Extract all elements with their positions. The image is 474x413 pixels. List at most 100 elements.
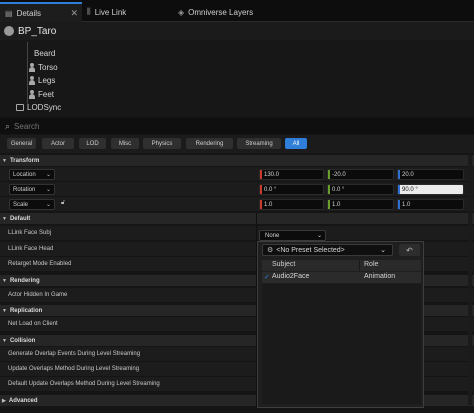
scale-x-field[interactable]: 1.0 xyxy=(259,199,324,210)
filter-label: All xyxy=(292,140,300,147)
llink-face-subj-dropdown[interactable]: None ⌄ xyxy=(259,230,326,241)
rotation-y-field[interactable]: 0.0 ° xyxy=(327,184,394,195)
tab-bar: ▤ Details ✕ ⫼ Live Link ◈ Omniverse Laye… xyxy=(0,0,474,22)
scrollbar[interactable] xyxy=(468,155,472,405)
dropdown-value: Rotation xyxy=(13,186,36,193)
skeletal-mesh-icon xyxy=(29,75,35,85)
transform-row-rotation: Rotation ⌄ 0.0 ° 0.0 ° 90.0 ° xyxy=(0,182,474,197)
dropdown-value: None xyxy=(265,232,280,239)
actor-header: BP_Taro xyxy=(0,22,474,40)
layers-icon: ◈ xyxy=(178,7,185,17)
property-label: Actor Hidden In Game xyxy=(8,292,68,298)
live-link-icon: ⫼ xyxy=(87,7,91,16)
actor-name: BP_Taro xyxy=(18,25,57,37)
actor-icon xyxy=(4,26,14,36)
filter-misc[interactable]: Misc xyxy=(111,138,139,149)
row-llink-face-subj: LLink Face Subj xyxy=(0,226,474,241)
column-header-subject[interactable]: Subject xyxy=(272,261,295,268)
checkmark-icon[interactable]: ✓ xyxy=(264,273,270,281)
section-title: Replication xyxy=(9,307,43,314)
location-mode-dropdown[interactable]: Location ⌄ xyxy=(9,169,55,180)
preset-dropdown[interactable]: ⚙ <No Preset Selected> ⌄ xyxy=(262,244,393,256)
chevron-down-icon: ⌄ xyxy=(45,187,51,193)
tab-omniverse-layers[interactable]: ◈ Omniverse Layers xyxy=(178,2,288,22)
component-torso[interactable]: Torso xyxy=(29,61,58,73)
scale-mode-dropdown[interactable]: Scale ⌄ xyxy=(9,199,55,210)
component-label: Torso xyxy=(38,62,58,72)
filter-all[interactable]: All xyxy=(285,138,307,149)
dropdown-value: Location xyxy=(13,171,36,178)
property-label: LLink Face Head xyxy=(8,246,54,252)
field-value: 1.0 xyxy=(264,201,273,208)
filter-label: Actor xyxy=(50,140,65,147)
location-y-field[interactable]: -20.0 xyxy=(327,169,394,180)
component-label: Beard xyxy=(34,48,56,58)
filter-general[interactable]: General xyxy=(7,138,36,149)
chevron-down-icon: ⌄ xyxy=(45,202,51,208)
component-legs[interactable]: Legs xyxy=(29,74,55,86)
role-cell: Animation xyxy=(364,273,396,280)
chevron-down-icon: ⌄ xyxy=(45,172,51,178)
rotation-mode-dropdown[interactable]: Rotation ⌄ xyxy=(9,184,55,195)
transform-row-location: Location ⌄ 130.0 -20.0 20.0 xyxy=(0,167,474,182)
location-x-field[interactable]: 130.0 xyxy=(259,169,324,180)
tree-branch-line xyxy=(27,42,28,104)
field-value: 0.0 ° xyxy=(264,186,277,193)
reset-button[interactable]: ↶ xyxy=(399,244,420,256)
field-value: 90.0 ° xyxy=(402,186,418,193)
search-input[interactable] xyxy=(14,121,435,131)
component-lodsync[interactable]: LODSync xyxy=(16,101,61,113)
chevron-down-icon: ▼ xyxy=(2,337,7,344)
column-separator[interactable] xyxy=(359,260,360,271)
table-body xyxy=(262,284,421,404)
column-header-role[interactable]: Role xyxy=(364,261,378,268)
field-value: 20.0 xyxy=(402,171,414,178)
scale-y-field[interactable]: 1.0 xyxy=(327,199,394,210)
component-beard[interactable]: Beard xyxy=(34,47,55,59)
field-value: 1.0 xyxy=(402,201,411,208)
search-icon: ⌕ xyxy=(5,120,11,131)
search-bar: ⌕ xyxy=(0,118,474,134)
filter-physics[interactable]: Physics xyxy=(143,138,181,149)
section-default[interactable]: ▼ Default xyxy=(0,213,474,224)
chevron-down-icon: ▼ xyxy=(2,157,7,164)
preset-icon: ⚙ xyxy=(267,247,274,254)
filter-label: LOD xyxy=(86,140,99,147)
subject-table-header: Subject Role xyxy=(262,260,421,271)
table-row[interactable]: ✓ Audio2Face Animation xyxy=(262,272,421,283)
filter-streaming[interactable]: Streaming xyxy=(237,138,281,149)
close-icon[interactable]: ✕ xyxy=(70,8,78,19)
filter-rendering[interactable]: Rendering xyxy=(186,138,233,149)
property-label: Update Overlaps Method During Level Stre… xyxy=(8,366,140,372)
tab-live-link[interactable]: ⫼ Live Link xyxy=(87,2,167,22)
property-label: Generate Overlap Events During Level Str… xyxy=(8,351,141,357)
dropdown-value: <No Preset Selected> xyxy=(276,246,345,254)
skeletal-mesh-icon xyxy=(29,89,35,99)
chevron-down-icon: ▼ xyxy=(2,277,7,284)
section-title: Rendering xyxy=(9,277,40,284)
property-label: Retarget Mode Enabled xyxy=(8,261,72,267)
tab-label: Omniverse Layers xyxy=(188,7,254,17)
component-label: LODSync xyxy=(27,102,62,112)
property-label: Net Load on Client xyxy=(8,321,58,327)
rotation-z-field[interactable]: 90.0 ° xyxy=(397,184,464,195)
filter-label: General xyxy=(10,140,33,147)
location-z-field[interactable]: 20.0 xyxy=(397,169,464,180)
filter-lod[interactable]: LOD xyxy=(79,138,106,149)
property-label: Default Update Overlaps Method During Le… xyxy=(8,381,160,387)
section-transform[interactable]: ▼ Transform xyxy=(0,155,474,166)
filter-label: Rendering xyxy=(195,140,224,147)
subject-role-popup: ⚙ <No Preset Selected> ⌄ ↶ Subject Role … xyxy=(257,241,424,408)
filter-actor[interactable]: Actor xyxy=(42,138,74,149)
filter-bar: General Actor LOD Misc Physics Rendering… xyxy=(0,135,474,153)
tab-details[interactable]: ▤ Details ✕ xyxy=(0,2,82,22)
reset-arrow-icon: ↶ xyxy=(406,245,413,255)
component-label: Legs xyxy=(38,75,56,85)
subject-cell: Audio2Face xyxy=(272,273,310,280)
scale-z-field[interactable]: 1.0 xyxy=(397,199,464,210)
chevron-down-icon: ▼ xyxy=(2,307,7,314)
component-feet[interactable]: Feet xyxy=(29,88,54,100)
rotation-x-field[interactable]: 0.0 ° xyxy=(259,184,324,195)
lock-icon[interactable]: 🔓︎ xyxy=(61,200,65,207)
chevron-right-icon: ▶ xyxy=(2,397,6,404)
